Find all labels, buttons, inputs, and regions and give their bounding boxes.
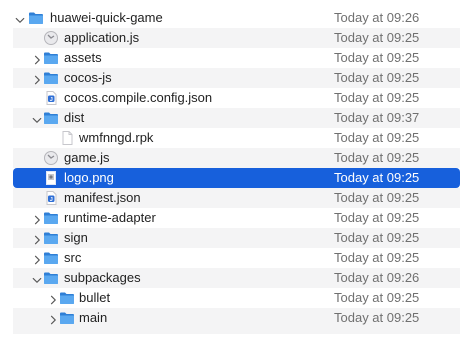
date-modified: Today at 09:25 bbox=[334, 190, 420, 205]
folder-icon bbox=[59, 310, 75, 326]
file-name: main bbox=[79, 310, 108, 325]
folder-icon bbox=[28, 10, 44, 26]
file-name: runtime-adapter bbox=[64, 210, 156, 225]
script-file-icon bbox=[43, 30, 59, 46]
chevron-right-icon[interactable] bbox=[31, 52, 43, 65]
date-modified: Today at 09:25 bbox=[334, 230, 420, 245]
chevron-right-icon[interactable] bbox=[31, 212, 43, 225]
date-modified: Today at 09:25 bbox=[334, 130, 420, 145]
file-row-dist[interactable]: dist Today at 09:37 bbox=[13, 108, 460, 128]
date-modified: Today at 09:25 bbox=[334, 50, 420, 65]
chevron-right-icon[interactable] bbox=[47, 312, 59, 325]
chevron-down-icon[interactable] bbox=[31, 112, 43, 124]
file-row-huawei-quick-game[interactable]: huawei-quick-game Today at 09:26 bbox=[13, 8, 460, 28]
file-name: wmfnngd.rpk bbox=[79, 130, 154, 145]
file-name: assets bbox=[64, 50, 102, 65]
file-name: dist bbox=[64, 110, 85, 125]
date-modified: Today at 09:26 bbox=[334, 10, 420, 25]
folder-icon bbox=[43, 230, 59, 246]
date-modified: Today at 09:25 bbox=[334, 30, 420, 45]
file-row-application-js[interactable]: application.js Today at 09:25 bbox=[13, 28, 460, 48]
file-row-manifest-json[interactable]: Jmanifest.json Today at 09:25 bbox=[13, 188, 460, 208]
date-modified: Today at 09:25 bbox=[334, 290, 420, 305]
folder-icon bbox=[43, 70, 59, 86]
json-file-icon: J bbox=[43, 190, 59, 206]
date-modified: Today at 09:25 bbox=[334, 170, 420, 185]
file-row-cocos-js[interactable]: cocos-js Today at 09:25 bbox=[13, 68, 460, 88]
file-name: sign bbox=[64, 230, 88, 245]
date-modified: Today at 09:25 bbox=[334, 90, 420, 105]
file-name: manifest.json bbox=[64, 190, 141, 205]
folder-icon bbox=[43, 210, 59, 226]
file-row-subpackages[interactable]: subpackages Today at 09:26 bbox=[13, 268, 460, 288]
file-name: cocos.compile.config.json bbox=[64, 90, 213, 105]
script-file-icon bbox=[43, 150, 59, 166]
folder-icon bbox=[43, 50, 59, 66]
svg-text:J: J bbox=[50, 197, 53, 203]
date-modified: Today at 09:25 bbox=[334, 70, 420, 85]
svg-text:J: J bbox=[50, 97, 53, 103]
empty-row bbox=[13, 328, 460, 334]
date-modified: Today at 09:25 bbox=[334, 310, 420, 325]
image-file-icon bbox=[43, 170, 59, 186]
date-modified: Today at 09:37 bbox=[334, 110, 420, 125]
folder-icon bbox=[43, 110, 59, 126]
file-list: huawei-quick-game Today at 09:26 applicati… bbox=[13, 8, 460, 328]
file-row-cocos-compile-config-json[interactable]: Jcocos.compile.config.json Today at 09:25 bbox=[13, 88, 460, 108]
date-modified: Today at 09:26 bbox=[334, 270, 420, 285]
finder-list-view: huawei-quick-game Today at 09:26 applicati… bbox=[0, 0, 460, 342]
file-row-assets[interactable]: assets Today at 09:25 bbox=[13, 48, 460, 68]
folder-icon bbox=[43, 250, 59, 266]
file-name: cocos-js bbox=[64, 70, 112, 85]
file-row-src[interactable]: src Today at 09:25 bbox=[13, 248, 460, 268]
file-name: bullet bbox=[79, 290, 111, 305]
date-modified: Today at 09:25 bbox=[334, 250, 420, 265]
file-row-bullet[interactable]: bullet Today at 09:25 bbox=[13, 288, 460, 308]
chevron-right-icon[interactable] bbox=[31, 232, 43, 245]
document-file-icon bbox=[59, 130, 75, 146]
file-row-logo-png[interactable]: logo.png Today at 09:25 bbox=[13, 168, 460, 188]
file-row-wmfnngd-rpk[interactable]: wmfnngd.rpk Today at 09:25 bbox=[13, 128, 460, 148]
file-name: huawei-quick-game bbox=[50, 10, 163, 25]
file-name: src bbox=[64, 250, 82, 265]
file-row-sign[interactable]: sign Today at 09:25 bbox=[13, 228, 460, 248]
chevron-down-icon[interactable] bbox=[31, 272, 43, 284]
file-name: game.js bbox=[64, 150, 110, 165]
folder-icon bbox=[59, 290, 75, 306]
file-row-main[interactable]: main Today at 09:25 bbox=[13, 308, 460, 328]
chevron-right-icon[interactable] bbox=[31, 72, 43, 85]
folder-icon bbox=[43, 270, 59, 286]
file-name: logo.png bbox=[64, 170, 114, 185]
date-modified: Today at 09:25 bbox=[334, 210, 420, 225]
file-row-runtime-adapter[interactable]: runtime-adapter Today at 09:25 bbox=[13, 208, 460, 228]
chevron-down-icon[interactable] bbox=[14, 12, 26, 24]
chevron-right-icon[interactable] bbox=[31, 252, 43, 265]
file-name: application.js bbox=[64, 30, 140, 45]
date-modified: Today at 09:25 bbox=[334, 150, 420, 165]
file-row-game-js[interactable]: game.js Today at 09:25 bbox=[13, 148, 460, 168]
chevron-right-icon[interactable] bbox=[47, 292, 59, 305]
file-name: subpackages bbox=[64, 270, 141, 285]
json-file-icon: J bbox=[43, 90, 59, 106]
